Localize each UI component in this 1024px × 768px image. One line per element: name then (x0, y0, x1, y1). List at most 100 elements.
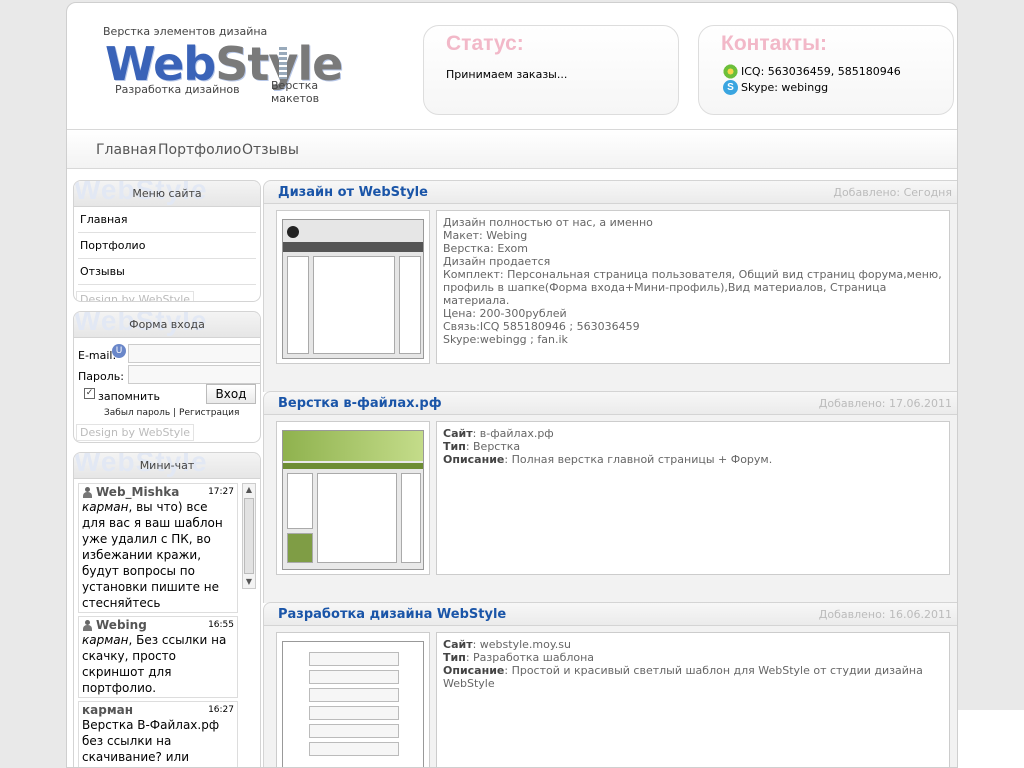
chat-username-text: Web_Mishka (96, 485, 180, 499)
password-input[interactable] (128, 365, 260, 384)
login-form-block: WebStyle Форма входа E-mail: U Пароль: ✓… (73, 311, 261, 443)
portfolio-entry: Дизайн от WebStyle Добавлено: Сегодня Ди… (263, 180, 957, 392)
remember-label: запомнить (98, 390, 161, 403)
entry-thumbnail[interactable] (282, 219, 424, 359)
desc-field: Тип: Верстка (443, 440, 521, 453)
mini-chat-block: WebStyle Мини-чат Web_Mishka 17:27 карма… (73, 452, 261, 767)
thumb-sidebar (287, 256, 309, 354)
field-label: Тип (443, 440, 466, 453)
entry-body: Сайт: в-файлах.рф Тип: Верстка Описание:… (263, 415, 957, 603)
scroll-down-arrow-icon[interactable]: ▼ (243, 576, 255, 588)
entry-header: Разработка дизайна WebStyle Добавлено: 1… (263, 602, 957, 626)
thumb-right-col (399, 256, 421, 354)
contacts-title: Контакты: (721, 32, 828, 55)
desc-line: Дизайн продается (443, 255, 551, 268)
remember-checkbox[interactable]: ✓ (84, 388, 95, 399)
uid-login-icon[interactable]: U (112, 344, 126, 358)
thumb-row (309, 742, 399, 756)
chat-text: карман, Без ссылки на скачку, просто скр… (82, 632, 234, 696)
contacts-box: Контакты: ICQ: 563036459, 585180946 S Sk… (698, 25, 954, 115)
scroll-up-arrow-icon[interactable]: ▲ (243, 484, 255, 496)
thumb-logo-icon (287, 226, 299, 238)
entry-thumbnail[interactable] (282, 430, 424, 570)
desc-line: Skype:webingg ; fan.ik (443, 333, 568, 346)
desc-field: Сайт: webstyle.moy.su (443, 638, 572, 651)
email-input[interactable] (128, 344, 260, 363)
menu-item-home[interactable]: Главная (78, 207, 256, 233)
page-corner-fill (958, 710, 1024, 768)
thumb-row (309, 670, 399, 684)
chat-mention[interactable]: карман (82, 500, 128, 514)
thumb-row (309, 688, 399, 702)
chat-mention[interactable]: карман (82, 633, 128, 647)
thumb-sidebar (287, 473, 313, 529)
field-label: Сайт (443, 427, 473, 440)
entry-title-link[interactable]: Дизайн от WebStyle (278, 185, 428, 200)
field-value: webstyle.moy.su (479, 638, 572, 651)
chat-message: Web_Mishka 17:27 карман, вы что) все для… (78, 483, 238, 613)
portfolio-entry: Верстка в-файлах.рф Добавлено: 17.06.201… (263, 391, 957, 603)
contact-icq-text: ICQ: 563036459, 585180946 (741, 65, 901, 78)
contact-skype-text: Skype: webingg (741, 81, 829, 94)
nav-link-reviews[interactable]: Отзывы (242, 142, 299, 158)
thumb-main (317, 473, 397, 563)
thumb-row (309, 652, 399, 666)
login-button[interactable]: Вход (206, 384, 256, 404)
login-form-title: Форма входа (129, 318, 205, 331)
nav-link-portfolio[interactable]: Портфолио (158, 142, 241, 158)
entry-title-link[interactable]: Разработка дизайна WebStyle (278, 607, 506, 622)
entry-description: Дизайн полностью от нас, а именно Макет:… (436, 210, 950, 364)
chat-scrollbar[interactable]: ▲ ▼ (242, 483, 256, 589)
scroll-thumb[interactable] (244, 498, 254, 574)
email-label: E-mail: (78, 349, 117, 362)
chat-username[interactable]: карман (82, 703, 133, 717)
desc-line: Дизайн полностью от нас, а именно (443, 216, 653, 229)
menu-item-portfolio[interactable]: Портфолио (78, 233, 256, 259)
desc-field: Описание: Полная верстка главной страниц… (443, 453, 773, 466)
logo-tagline-right: Верстка макетов (271, 79, 320, 105)
entry-title-link[interactable]: Верстка в-файлах.рф (278, 396, 442, 411)
entry-body: Сайт: webstyle.moy.su Тип: Разработка ша… (263, 626, 957, 767)
status-box: Статус: Принимаем заказы... (423, 25, 679, 115)
entry-header: Дизайн от WebStyle Добавлено: Сегодня (263, 180, 957, 204)
desc-field: Описание: Простой и красивый светлый шаб… (443, 664, 923, 690)
chat-time: 16:55 (208, 620, 234, 630)
field-value: в-файлах.рф (479, 427, 554, 440)
design-by-badge[interactable]: Design by WebStyle (76, 424, 195, 441)
logo-stripes-icon (279, 47, 287, 79)
entry-date: Добавлено: 16.06.2011 (818, 608, 952, 621)
register-link[interactable]: Регистрация (179, 408, 239, 418)
chat-text: карман, вы что) все для вас я ваш шаблон… (82, 499, 234, 611)
desc-line: Комплект: Персональная страница пользова… (443, 268, 942, 307)
site-logo[interactable]: Верстка элементов дизайна WebStyle Разра… (103, 23, 363, 113)
desc-line: Цена: 200-300рублей (443, 307, 567, 320)
field-label: Описание (443, 664, 505, 677)
portfolio-entry: Разработка дизайна WebStyle Добавлено: 1… (263, 602, 957, 767)
password-label: Пароль: (78, 370, 124, 383)
site-menu-title: Меню сайта (132, 187, 202, 200)
forgot-password-link[interactable]: Забыл пароль (104, 408, 170, 418)
design-by-badge[interactable]: Design by WebStyle (76, 291, 195, 301)
desc-line: Верстка: Exom (443, 242, 528, 255)
field-value: Верстка (473, 440, 521, 453)
status-text: Принимаем заказы... (446, 68, 568, 81)
site-menu-header: WebStyle Меню сайта (74, 181, 260, 207)
thumb-nav-bar (283, 242, 423, 252)
user-icon (82, 486, 93, 498)
chat-username-text: Webing (96, 618, 147, 632)
icq-flower-icon (723, 64, 738, 79)
nav-link-home[interactable]: Главная (96, 142, 156, 158)
entry-thumbnail[interactable] (282, 641, 424, 767)
menu-item-reviews[interactable]: Отзывы (78, 259, 256, 285)
entry-thumbnail-frame (276, 632, 430, 767)
field-label: Описание (443, 453, 505, 466)
logo-tagline-left: Разработка дизайнов (115, 83, 240, 96)
field-label: Сайт (443, 638, 473, 651)
thumb-right-col (401, 473, 421, 563)
chat-text: Верстка В-Файлах.рф без ссылки на скачив… (82, 717, 234, 767)
chat-message-list[interactable]: Web_Mishka 17:27 карман, вы что) все для… (78, 483, 238, 767)
chat-username[interactable]: Webing (82, 618, 147, 632)
chat-username[interactable]: Web_Mishka (82, 485, 179, 499)
mini-chat-header: WebStyle Мини-чат (74, 453, 260, 479)
thumb-nav-bar (283, 463, 423, 469)
